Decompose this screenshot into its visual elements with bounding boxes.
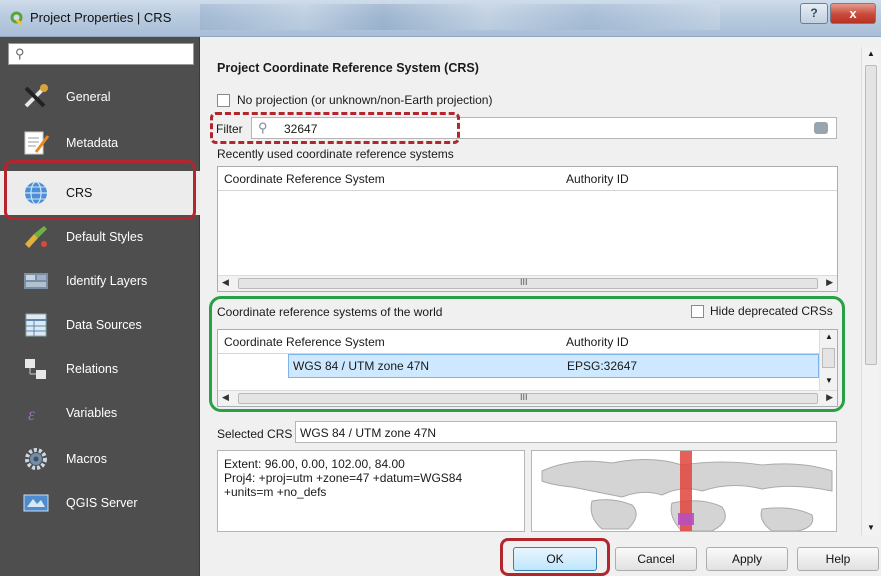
sidebar-item-label: Metadata (66, 136, 119, 150)
variables-icon: ε (28, 404, 36, 424)
sidebar-item-macros[interactable]: Macros (0, 437, 200, 481)
help-title-button[interactable]: ? (800, 3, 828, 24)
sidebar-search-input[interactable]: ⚲ (8, 43, 194, 65)
sidebar-item-relations[interactable]: Relations (0, 347, 200, 391)
crs-proj4-line: Proj4: +proj=utm +zone=47 +datum=WGS84 (224, 471, 463, 485)
server-icon (23, 494, 49, 512)
close-icon: x (849, 6, 857, 21)
sidebar-item-label: General (66, 90, 111, 104)
close-button[interactable]: x (830, 3, 876, 24)
title-bar: Project Properties | CRS ? x (0, 0, 881, 37)
help-title-label: ? (810, 6, 818, 20)
sidebar-item-label: Variables (66, 406, 118, 420)
identify-layers-icon (24, 273, 48, 289)
apply-button[interactable]: Apply (706, 547, 788, 571)
cancel-button[interactable]: Cancel (615, 547, 697, 571)
panel-vertical-scrollbar[interactable]: ▲ ▼ (861, 47, 879, 535)
sidebar-item-variables[interactable]: ε Variables (0, 391, 200, 435)
crs-extent-line: Extent: 96.00, 0.00, 102.00, 84.00 (224, 457, 405, 471)
no-projection-label: No projection (or unknown/non-Earth proj… (237, 93, 493, 107)
selected-crs-field: WGS 84 / UTM zone 47N (295, 421, 837, 443)
horizontal-scrollbar[interactable]: ◀ III ▶ (218, 275, 837, 291)
recent-crs-table[interactable]: Coordinate Reference System Authority ID… (217, 166, 838, 292)
data-sources-icon (25, 313, 47, 337)
no-projection-checkbox[interactable] (217, 94, 230, 107)
filter-highlight-box (210, 112, 460, 144)
paint-brush-icon (25, 226, 47, 248)
world-map-preview (541, 451, 833, 531)
sidebar: ⚲ General Metadata CRS Default Styles Id… (0, 37, 200, 576)
scroll-thumb[interactable] (238, 278, 818, 289)
qgis-logo-icon (10, 11, 23, 26)
relations-icon (25, 359, 46, 379)
sidebar-item-identify-layers[interactable]: Identify Layers (0, 259, 200, 303)
sidebar-item-data-sources[interactable]: Data Sources (0, 303, 200, 347)
scroll-grip: III (520, 277, 528, 287)
crs-units-line: +units=m +no_defs (224, 485, 327, 499)
svg-text:ε: ε (28, 404, 36, 424)
column-header-crs: Coordinate Reference System (224, 172, 385, 186)
clear-icon[interactable] (814, 122, 828, 134)
window-title: Project Properties | CRS (30, 10, 172, 25)
wrench-icon (24, 84, 48, 108)
title-bar-background (200, 4, 720, 30)
scroll-up-icon[interactable]: ▲ (867, 49, 875, 58)
scroll-thumb[interactable] (865, 65, 877, 365)
sidebar-item-label: Relations (66, 362, 119, 376)
sidebar-item-label: Identify Layers (66, 274, 148, 288)
document-edit-icon (24, 131, 50, 155)
gear-icon (25, 448, 47, 470)
crs-details-box: Extent: 96.00, 0.00, 102.00, 84.00 Proj4… (217, 450, 525, 532)
sidebar-item-label: Macros (66, 452, 107, 466)
sidebar-item-label: Data Sources (66, 318, 142, 332)
section-title: Project Coordinate Reference System (CRS… (217, 61, 479, 75)
sidebar-item-label: Default Styles (66, 230, 144, 244)
crs-extent-marker (678, 513, 694, 525)
sidebar-item-default-styles[interactable]: Default Styles (0, 215, 200, 259)
help-button[interactable]: Help (797, 547, 879, 571)
table-header: Coordinate Reference System Authority ID (218, 167, 837, 191)
world-crs-highlight-box (209, 296, 845, 412)
sidebar-item-metadata[interactable]: Metadata (0, 121, 200, 165)
sidebar-item-general[interactable]: General (0, 75, 200, 119)
column-header-authority: Authority ID (566, 172, 629, 186)
crs-extent-map (531, 450, 837, 532)
recent-crs-label: Recently used coordinate reference syste… (217, 147, 454, 161)
selected-crs-value: WGS 84 / UTM zone 47N (300, 426, 437, 440)
scroll-left-icon[interactable]: ◀ (222, 277, 229, 288)
scroll-down-icon[interactable]: ▼ (867, 523, 875, 532)
ok-highlight-box (500, 538, 610, 576)
search-icon: ⚲ (15, 46, 25, 61)
selected-crs-label: Selected CRS (217, 427, 293, 441)
sidebar-item-qgis-server[interactable]: QGIS Server (0, 481, 200, 525)
sidebar-item-label: QGIS Server (66, 496, 138, 510)
scroll-right-icon[interactable]: ▶ (826, 277, 833, 288)
crs-highlight-box (4, 160, 196, 220)
